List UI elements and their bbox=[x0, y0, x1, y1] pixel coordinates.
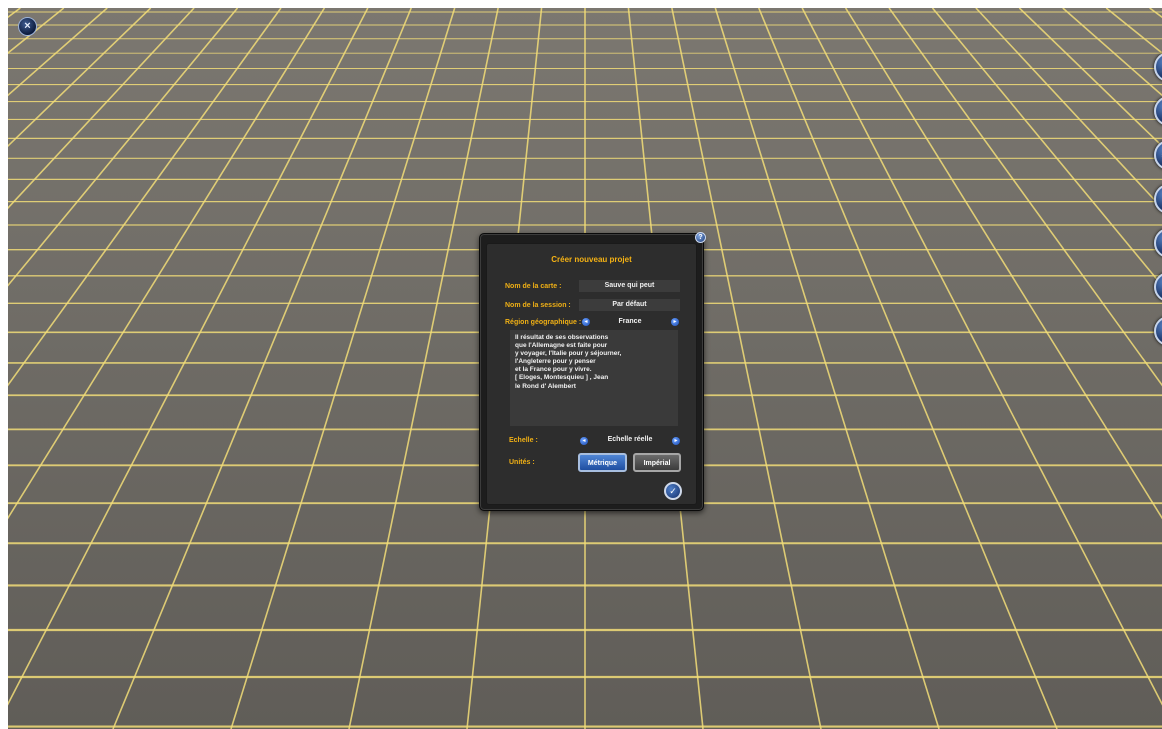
session-name-field[interactable]: Par défaut bbox=[579, 299, 680, 311]
map-name-field[interactable]: Sauve qui peut bbox=[579, 280, 680, 292]
region-label: Région géographique : bbox=[505, 319, 582, 326]
scale-select[interactable]: Echelle réelle bbox=[591, 434, 669, 446]
region-select[interactable]: France bbox=[593, 316, 667, 328]
units-label: Unités : bbox=[509, 459, 535, 466]
confirm-check-icon[interactable]: ✓ bbox=[664, 482, 682, 500]
map-name-label: Nom de la carte : bbox=[505, 283, 562, 290]
close-icon[interactable]: × bbox=[18, 17, 37, 36]
description-textarea[interactable]: Il résultat de ses observations que l'Al… bbox=[510, 330, 678, 426]
scale-label: Echelle : bbox=[509, 437, 538, 444]
metric-button[interactable]: Métrique bbox=[578, 453, 627, 472]
dialog-panel: Créer nouveau projet Nom de la carte : S… bbox=[486, 243, 697, 505]
imperial-button[interactable]: Impérial bbox=[633, 453, 681, 472]
help-icon[interactable]: ? bbox=[695, 232, 706, 243]
scale-next-arrow-icon[interactable]: ▸ bbox=[672, 437, 680, 445]
region-next-arrow-icon[interactable]: ▸ bbox=[671, 318, 679, 326]
scale-prev-arrow-icon[interactable]: ◂ bbox=[580, 437, 588, 445]
new-project-dialog: ? Créer nouveau projet Nom de la carte :… bbox=[479, 232, 706, 511]
dialog-title: Créer nouveau projet bbox=[551, 255, 632, 264]
region-prev-arrow-icon[interactable]: ◂ bbox=[582, 318, 590, 326]
session-name-label: Nom de la session : bbox=[505, 302, 571, 309]
